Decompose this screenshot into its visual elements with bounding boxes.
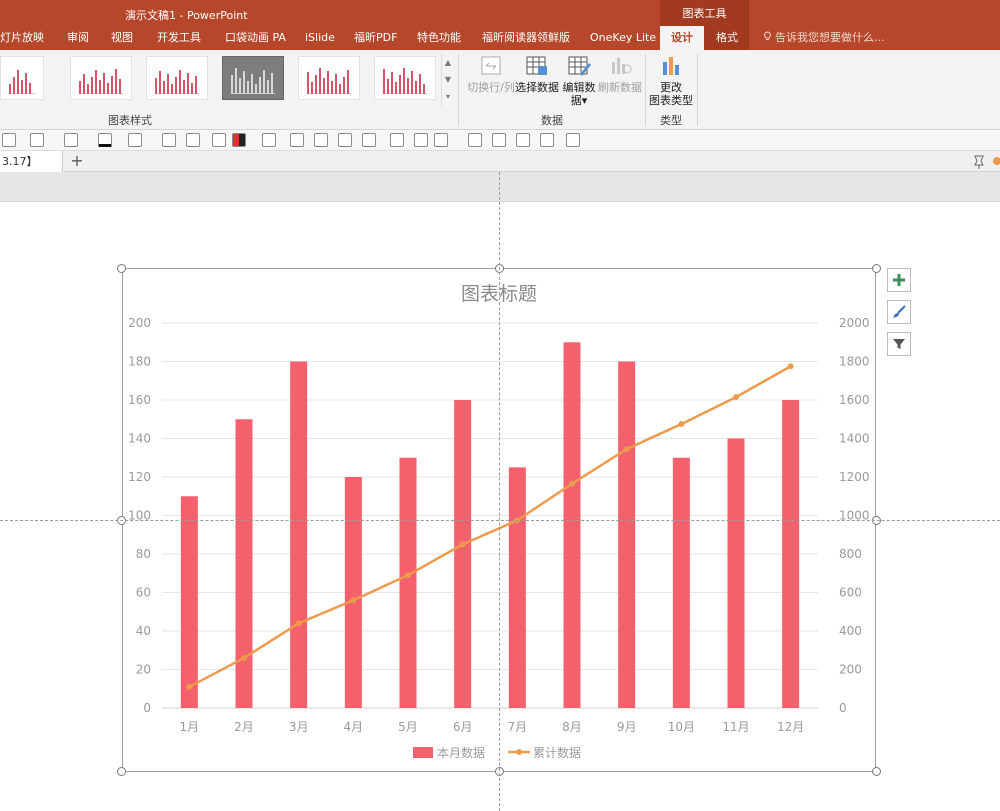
resize-handle-top-right[interactable] bbox=[872, 264, 881, 273]
resize-handle-bottom-right[interactable] bbox=[872, 767, 881, 776]
powerpoint-window: 演示文稿1 - PowerPoint 图表工具 灯片放映 审阅 视图 开发工具 … bbox=[0, 0, 1000, 811]
resize-handle-bottom-left[interactable] bbox=[117, 767, 126, 776]
filter-icon bbox=[893, 339, 905, 349]
brush-icon bbox=[893, 305, 906, 318]
chart-styles-button[interactable] bbox=[887, 300, 911, 324]
vertical-smart-guide bbox=[499, 172, 500, 811]
plus-icon bbox=[893, 274, 905, 286]
chart-elements-button[interactable] bbox=[887, 268, 911, 292]
chart-filters-button[interactable] bbox=[887, 332, 911, 356]
resize-handle-top-left[interactable] bbox=[117, 264, 126, 273]
horizontal-smart-guide bbox=[0, 520, 1000, 521]
